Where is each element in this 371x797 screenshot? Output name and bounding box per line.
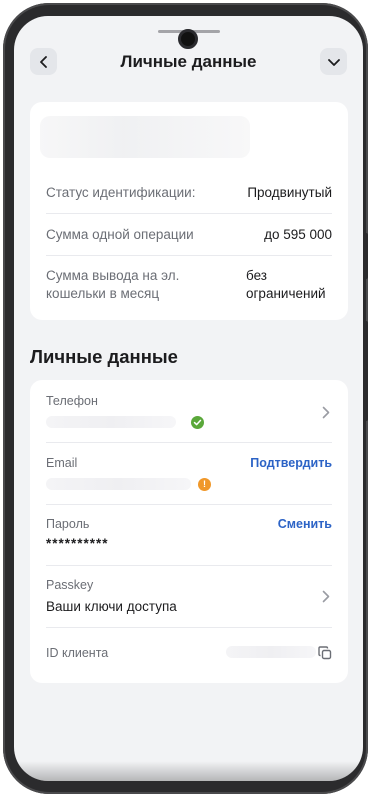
email-label: Email	[46, 456, 78, 470]
client-id-row: ID клиента	[46, 646, 332, 668]
chevron-right-icon	[322, 406, 330, 419]
client-id-label: ID клиента	[46, 646, 109, 660]
screen: Личные данные Статус идентификации: Прод…	[14, 16, 363, 781]
personal-data-card: Телефон Email ! Подтвердить Пароль *****…	[30, 380, 348, 683]
email-value-blurred	[46, 478, 191, 490]
identification-status-label: Статус идентификации:	[46, 185, 196, 200]
email-row: Email ! Подтвердить	[46, 456, 332, 496]
verified-badge	[191, 416, 204, 429]
divider	[46, 255, 332, 256]
identification-status-row: Статус идентификации: Продвинутый	[46, 184, 332, 202]
phone-value-blurred	[46, 416, 176, 428]
limits-card: Статус идентификации: Продвинутый Сумма …	[30, 102, 348, 320]
divider	[46, 627, 332, 628]
wallet-withdrawal-value-line2: ограничений	[246, 286, 326, 301]
phone-row[interactable]: Телефон	[46, 394, 332, 434]
divider	[46, 442, 332, 443]
menu-button[interactable]	[320, 48, 347, 75]
phone-label: Телефон	[46, 394, 98, 408]
check-icon	[193, 419, 202, 426]
passkey-row[interactable]: Passkey Ваши ключи доступа	[46, 578, 332, 618]
change-password-link[interactable]: Сменить	[278, 517, 332, 531]
passkey-value: Ваши ключи доступа	[46, 599, 177, 614]
copy-icon[interactable]	[318, 646, 332, 660]
password-value: **********	[46, 536, 109, 551]
power-button	[364, 321, 368, 421]
password-label: Пароль	[46, 517, 90, 531]
section-title: Личные данные	[30, 346, 178, 367]
account-name-blurred	[40, 116, 250, 158]
chevron-down-icon	[327, 58, 340, 66]
identification-status-value: Продвинутый	[247, 185, 332, 200]
wallet-withdrawal-label-line1: Сумма вывода на эл.	[46, 268, 180, 283]
page-title: Личные данные	[120, 52, 257, 71]
wallet-withdrawal-row: Сумма вывода на эл. кошельки в месяц без…	[46, 267, 332, 305]
passkey-label: Passkey	[46, 578, 94, 592]
password-row: Пароль ********** Сменить	[46, 517, 332, 557]
warning-icon: !	[198, 478, 211, 491]
phone-frame: Личные данные Статус идентификации: Прод…	[3, 3, 368, 794]
divider	[46, 504, 332, 505]
volume-button	[364, 233, 368, 279]
wallet-withdrawal-value-line1: без	[246, 268, 267, 283]
bottom-edge	[14, 761, 363, 781]
client-id-value-blurred	[226, 646, 316, 658]
header: Личные данные	[14, 44, 363, 82]
operation-limit-label: Сумма одной операции	[46, 227, 194, 242]
divider	[46, 213, 332, 214]
divider	[46, 565, 332, 566]
operation-limit-row: Сумма одной операции до 595 000	[46, 226, 332, 244]
wallet-withdrawal-label-line2: кошельки в месяц	[46, 286, 160, 301]
operation-limit-value: до 595 000	[264, 227, 332, 242]
confirm-email-link[interactable]: Подтвердить	[250, 456, 332, 470]
chevron-right-icon	[322, 590, 330, 603]
